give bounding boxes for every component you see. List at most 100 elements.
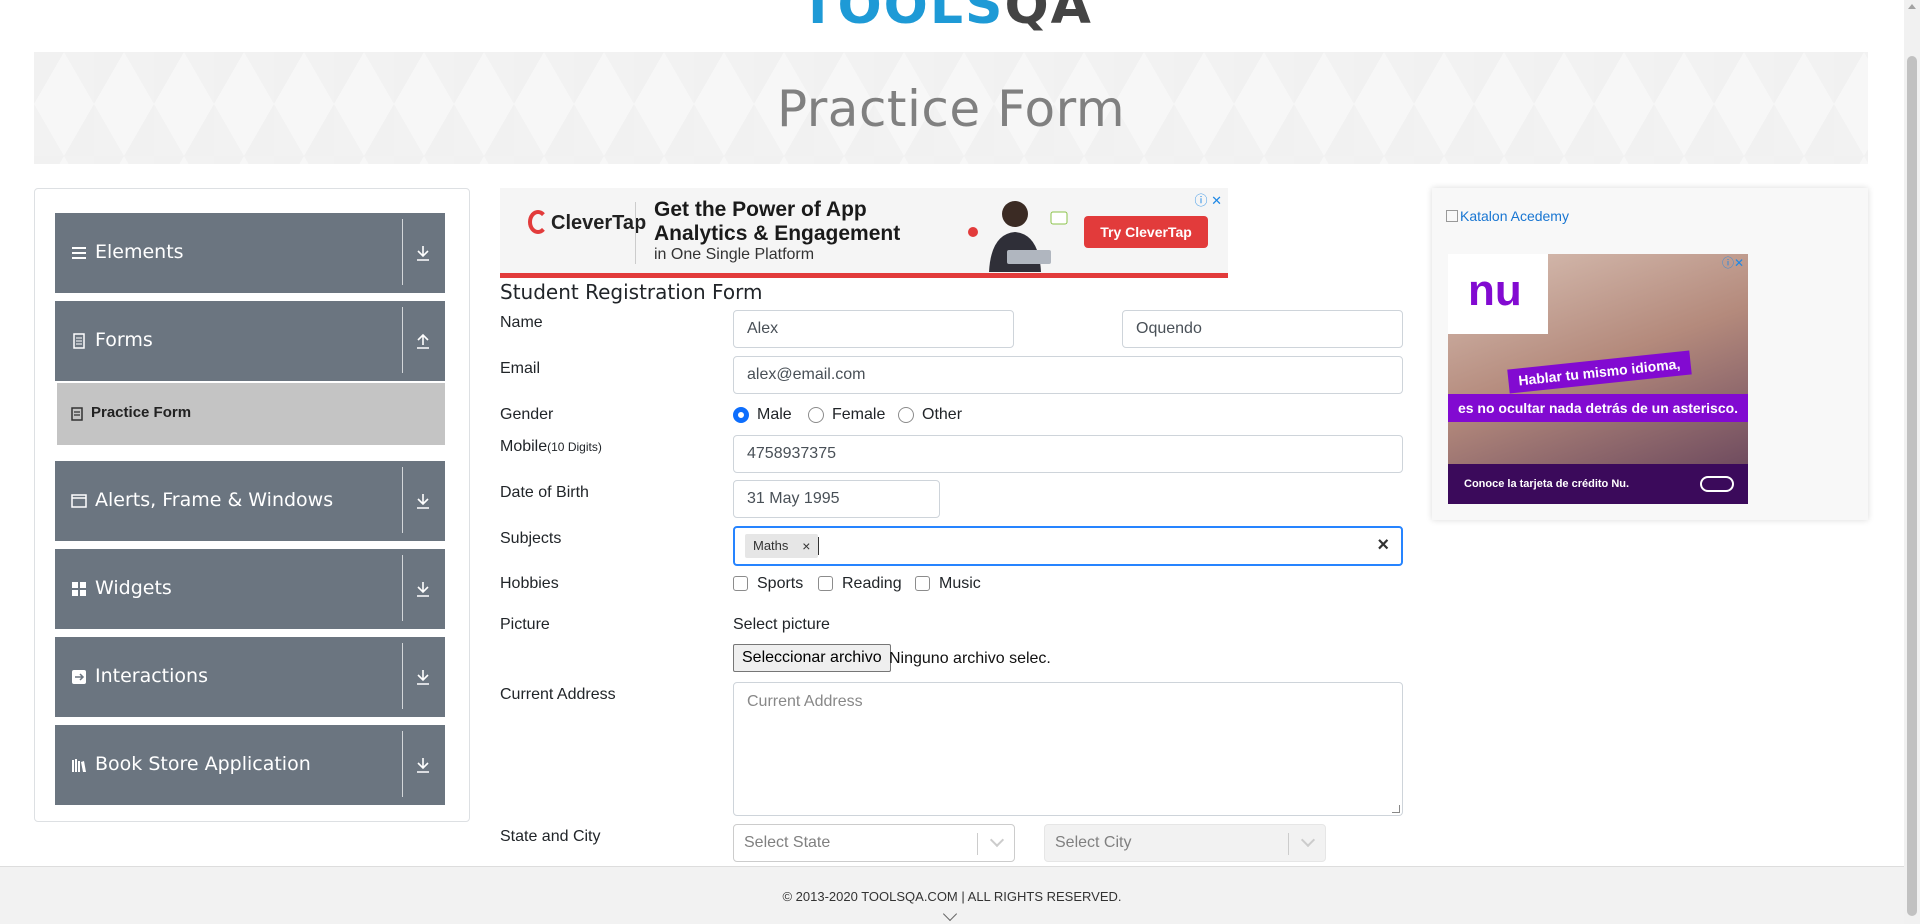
radio-label: Other — [922, 406, 963, 423]
divider — [977, 833, 978, 855]
select-picture-text: Select picture — [733, 616, 830, 633]
sidebar-group-elements[interactable]: Elements — [55, 213, 445, 293]
window-icon — [71, 494, 87, 508]
ad-headline: Get the Power of App Analytics & Engageme… — [654, 198, 901, 245]
sidebar-item-practice-form[interactable]: Practice Form — [57, 383, 445, 445]
page-banner: Practice Form — [34, 52, 1868, 164]
checkbox[interactable] — [818, 576, 833, 591]
remove-chip-icon[interactable]: × — [802, 534, 810, 558]
divider — [402, 307, 403, 373]
divider — [402, 467, 403, 533]
sidebar-group-widgets[interactable]: Widgets — [55, 549, 445, 629]
state-select[interactable]: Select State — [733, 824, 1015, 862]
subjects-label: Subjects — [500, 530, 562, 547]
hobbies-label: Hobbies — [500, 575, 559, 592]
checkbox[interactable] — [733, 576, 748, 591]
sidebar-item-label: Practice Form — [91, 404, 192, 421]
mobile-label: Mobile(10 Digits) — [500, 438, 602, 455]
divider — [402, 731, 403, 797]
katalon-academy-link[interactable]: Katalon Acedemy — [1446, 208, 1569, 224]
broken-image-icon — [1446, 210, 1458, 222]
ad-subline: in One Single Platform — [654, 246, 815, 263]
sidebar-group-alerts[interactable]: Alerts, Frame & Windows — [55, 461, 445, 541]
divider — [635, 202, 636, 264]
interaction-icon — [72, 670, 86, 684]
subjects-input[interactable]: Maths × × — [733, 526, 1403, 566]
sidebar-group-label: Interactions — [95, 665, 208, 687]
clevertap-ad[interactable]: CleverTap Get the Power of App Analytics … — [500, 188, 1228, 278]
radio-unselected[interactable] — [808, 407, 824, 423]
first-name-input[interactable]: Alex — [733, 310, 1014, 348]
upload-icon[interactable] — [415, 331, 431, 351]
nu-logo: nu — [1448, 254, 1548, 334]
current-address-textarea[interactable]: Current Address — [733, 682, 1403, 816]
file-status: Ninguno archivo selec. — [889, 650, 1051, 667]
scrollbar-thumb[interactable] — [1907, 56, 1917, 916]
radio-selected[interactable] — [733, 407, 749, 423]
resize-grip-icon[interactable] — [1392, 805, 1400, 813]
grid-icon — [72, 582, 86, 596]
divider — [402, 643, 403, 709]
email-input[interactable]: alex@email.com — [733, 356, 1403, 394]
divider — [402, 219, 403, 285]
sidebar-group-label: Book Store Application — [95, 753, 311, 775]
sidebar-group-label: Elements — [95, 241, 184, 263]
date-of-birth-input[interactable]: 31 May 1995 — [733, 480, 940, 518]
ad-brand: CleverTap — [528, 210, 646, 235]
page-title: Practice Form — [776, 80, 1126, 138]
sidebar-group-book-store[interactable]: Book Store Application — [55, 725, 445, 805]
mobile-hint: (10 Digits) — [547, 440, 602, 454]
copyright-text: © 2013-2020 TOOLSQA.COM | ALL RIGHTS RES… — [782, 889, 1122, 904]
gender-label: Gender — [500, 406, 554, 423]
logo-text-tools: TOOLS — [800, 0, 1005, 36]
adchoices-icon[interactable]: ⓘ✕ — [1722, 254, 1744, 271]
ad-line: Hablar tu mismo idioma, — [1507, 350, 1692, 394]
toolsqa-logo[interactable]: TOOLSQA — [800, 0, 1120, 40]
scroll-up-icon[interactable] — [1908, 4, 1916, 9]
person-laptop-image — [968, 201, 1068, 272]
download-icon[interactable] — [415, 755, 431, 775]
download-icon[interactable] — [415, 667, 431, 687]
chevron-down-icon[interactable] — [989, 832, 1005, 848]
select-placeholder: Select City — [1055, 834, 1132, 851]
sidebar-group-label: Alerts, Frame & Windows — [95, 489, 334, 511]
page-scrollbar[interactable] — [1904, 0, 1920, 924]
arrow-right-icon[interactable] — [1700, 476, 1734, 492]
sidebar-group-interactions[interactable]: Interactions — [55, 637, 445, 717]
radio-label: Male — [757, 406, 792, 423]
chevron-down-icon[interactable] — [1300, 832, 1316, 848]
logo-text-qa: QA — [1004, 0, 1093, 36]
picture-label: Picture — [500, 616, 550, 633]
mobile-input[interactable]: 4758937375 — [733, 435, 1403, 473]
form-icon — [71, 407, 83, 421]
text-caret — [818, 537, 819, 555]
try-clevertap-button[interactable]: Try CleverTap — [1084, 216, 1208, 248]
adchoices-icon[interactable]: ⓘ ✕ — [1194, 190, 1222, 209]
select-placeholder: Select State — [744, 834, 831, 851]
divider — [1288, 833, 1289, 855]
divider — [402, 555, 403, 621]
last-name-input[interactable]: Oquendo — [1122, 310, 1403, 348]
checkbox-label: Reading — [842, 575, 902, 592]
download-icon[interactable] — [415, 491, 431, 511]
download-icon[interactable] — [415, 579, 431, 599]
checkbox[interactable] — [915, 576, 930, 591]
nu-ad[interactable]: nu Hablar tu mismo idioma, es no ocultar… — [1448, 254, 1748, 504]
current-address-label: Current Address — [500, 686, 616, 703]
menu-icon — [72, 247, 86, 259]
document-icon — [73, 333, 85, 349]
checkbox-label: Sports — [757, 575, 804, 592]
radio-label: Female — [832, 406, 886, 423]
checkbox-label: Music — [939, 575, 981, 592]
choose-file-button[interactable]: Seleccionar archivo — [733, 644, 891, 672]
sidebar: Elements Forms Practice Form Alerts, Fra… — [34, 188, 470, 822]
email-label: Email — [500, 360, 541, 377]
sidebar-group-label: Forms — [95, 329, 153, 351]
city-select[interactable]: Select City — [1044, 824, 1326, 862]
sidebar-group-forms[interactable]: Forms — [55, 301, 445, 381]
radio-unselected[interactable] — [898, 407, 914, 423]
download-icon[interactable] — [415, 243, 431, 263]
form-title: Student Registration Form — [500, 280, 763, 304]
books-icon — [72, 759, 86, 772]
clear-icon[interactable]: × — [1377, 534, 1389, 557]
